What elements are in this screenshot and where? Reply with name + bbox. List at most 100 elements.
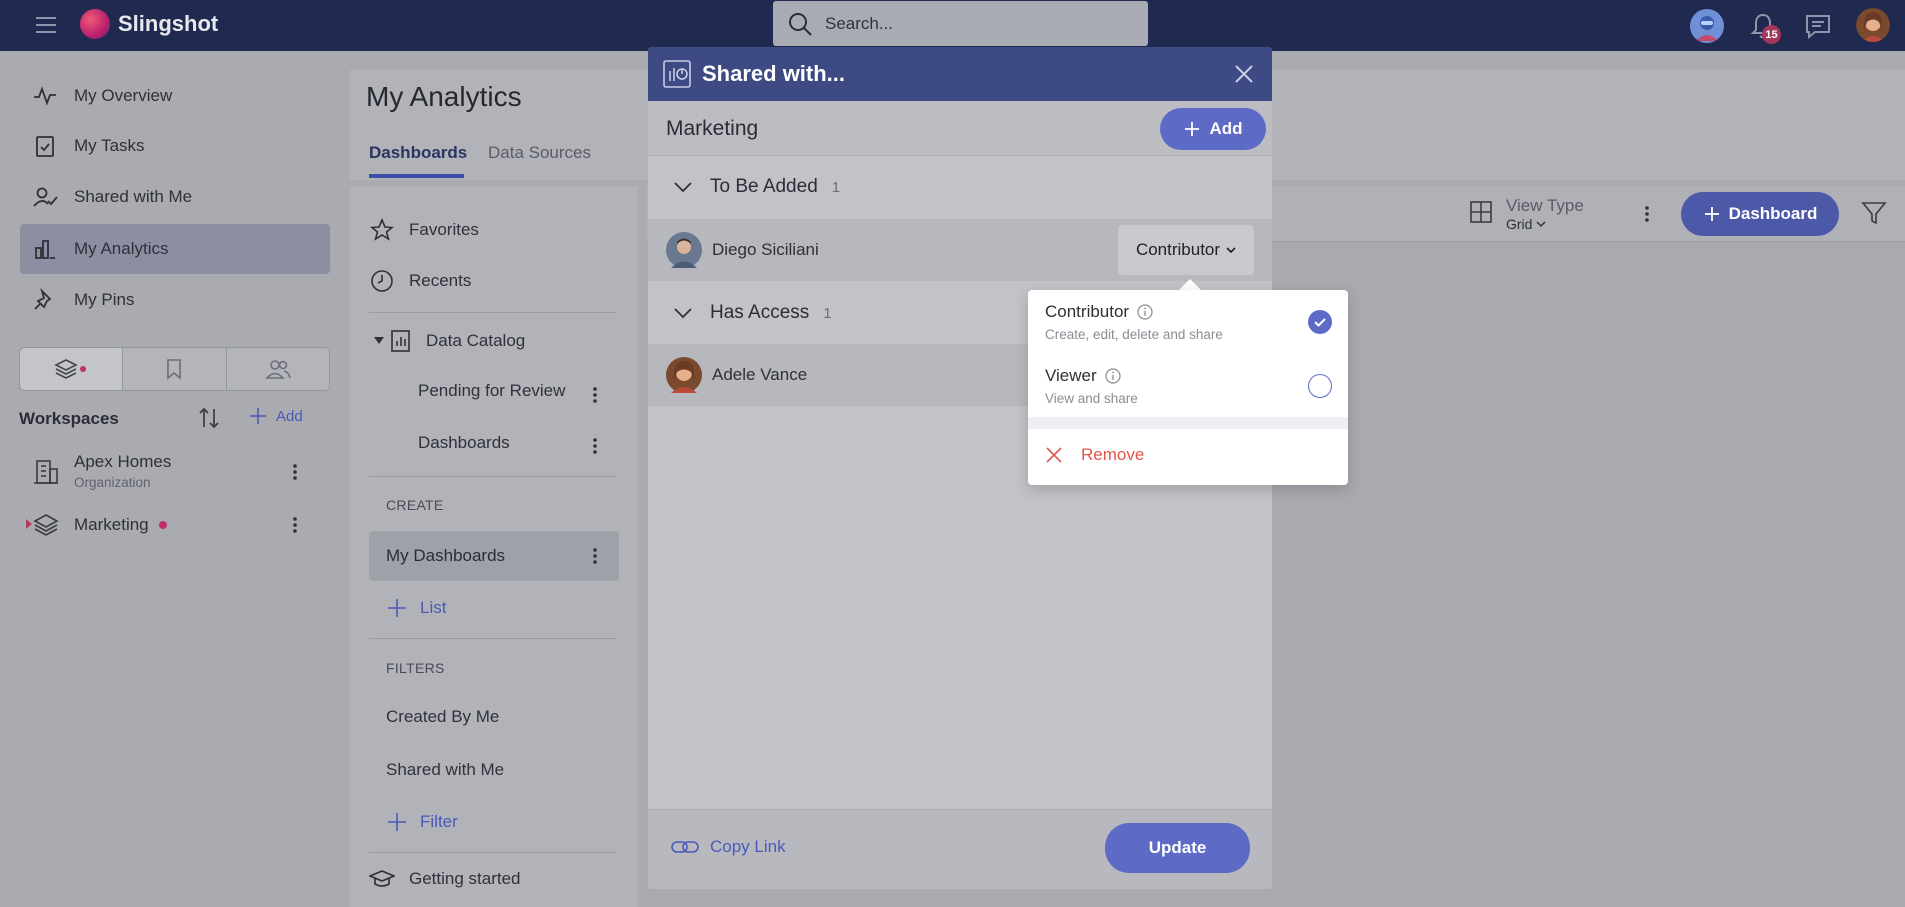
info-icon[interactable] bbox=[1105, 368, 1121, 384]
user-avatar[interactable] bbox=[1856, 8, 1890, 42]
workspaces-title: Workspaces bbox=[19, 409, 119, 428]
nav-item-label: My Tasks bbox=[74, 136, 145, 155]
global-search[interactable] bbox=[773, 1, 1148, 46]
group-count: 1 bbox=[823, 304, 832, 322]
catalog-icon bbox=[388, 328, 414, 354]
nav-item-my-analytics[interactable]: My Analytics bbox=[20, 224, 330, 274]
assistant-avatar[interactable] bbox=[1690, 9, 1724, 43]
add-workspace-button[interactable]: Add bbox=[248, 406, 303, 426]
new-dashboard-label: Dashboard bbox=[1728, 204, 1818, 223]
more-options-icon[interactable] bbox=[292, 515, 298, 535]
divider bbox=[369, 638, 616, 639]
more-options-icon[interactable] bbox=[1644, 204, 1650, 224]
dialog-title: Shared with... bbox=[702, 61, 846, 86]
hamburger-menu-icon[interactable] bbox=[34, 13, 58, 37]
role-option-title: Contributor bbox=[1045, 302, 1130, 321]
filter-shared-with-me[interactable]: Shared with Me bbox=[386, 760, 504, 780]
building-icon bbox=[32, 458, 60, 486]
collapse-caret-icon[interactable] bbox=[374, 337, 384, 345]
group-title: To Be Added bbox=[710, 176, 818, 197]
search-input[interactable] bbox=[825, 13, 1125, 34]
sidebar-item-favorites[interactable]: Favorites bbox=[369, 217, 479, 243]
divider bbox=[369, 852, 616, 853]
chevron-down-icon bbox=[1226, 246, 1236, 254]
role-option-viewer[interactable]: Viewer View and share bbox=[1028, 356, 1348, 416]
radio-unselected-icon[interactable] bbox=[1308, 374, 1332, 398]
nav-item-label: My Analytics bbox=[74, 239, 169, 258]
pin-icon bbox=[32, 287, 58, 313]
layers-icon bbox=[54, 357, 88, 381]
tab-bookmarks[interactable] bbox=[123, 348, 227, 390]
nav-item-my-pins[interactable]: My Pins bbox=[20, 275, 330, 325]
app-logo[interactable]: Slingshot bbox=[80, 9, 218, 39]
workspace-item-marketing[interactable]: Marketing bbox=[20, 507, 330, 543]
sidebar-item-getting-started[interactable]: Getting started bbox=[369, 866, 521, 892]
nav-item-label: My Pins bbox=[74, 290, 135, 309]
dialog-header: Shared with... bbox=[648, 47, 1272, 101]
role-option-description: Create, edit, delete and share bbox=[1045, 327, 1223, 342]
nav-item-label: Shared with Me bbox=[74, 187, 193, 206]
sidebar-item-catalog-dashboards[interactable]: Dashboards bbox=[418, 433, 510, 453]
new-dashboard-button[interactable]: Dashboard bbox=[1681, 192, 1839, 236]
update-label: Update bbox=[1148, 838, 1207, 857]
clipboard-check-icon bbox=[32, 133, 58, 159]
graduation-cap-icon bbox=[369, 866, 395, 892]
person-row-diego-siciliani: Diego Siciliani Contributor bbox=[648, 219, 1272, 281]
add-list-label: List bbox=[420, 598, 447, 617]
role-dropdown[interactable]: Contributor bbox=[1118, 225, 1254, 275]
info-icon[interactable] bbox=[1137, 304, 1153, 320]
update-button[interactable]: Update bbox=[1105, 823, 1250, 873]
add-people-button[interactable]: Add bbox=[1160, 108, 1266, 150]
person-name: Adele Vance bbox=[712, 365, 808, 384]
view-type-select[interactable]: Grid bbox=[1506, 216, 1546, 232]
user-check-icon bbox=[32, 184, 58, 210]
more-options-icon[interactable] bbox=[592, 436, 598, 456]
slingshot-logo-icon bbox=[80, 9, 110, 39]
plus-icon bbox=[1183, 120, 1201, 138]
tab-dashboards[interactable]: Dashboards bbox=[369, 143, 467, 163]
sidebar-item-data-catalog[interactable]: Data Catalog bbox=[374, 328, 525, 354]
nav-item-my-overview[interactable]: My Overview bbox=[20, 71, 330, 121]
add-filter-button[interactable]: Filter bbox=[386, 811, 458, 833]
remove-person-button[interactable]: Remove bbox=[1045, 445, 1144, 465]
pulse-icon bbox=[32, 83, 58, 109]
sidebar-item-label: Getting started bbox=[409, 869, 521, 888]
more-options-icon[interactable] bbox=[592, 546, 598, 566]
more-options-icon[interactable] bbox=[292, 462, 298, 482]
search-icon bbox=[787, 11, 813, 37]
radio-selected-icon[interactable] bbox=[1308, 310, 1332, 334]
sidebar-item-label: Created By Me bbox=[386, 707, 500, 726]
chat-icon[interactable] bbox=[1803, 11, 1833, 41]
chevron-down-icon bbox=[673, 307, 693, 319]
tab-people[interactable] bbox=[227, 348, 329, 390]
remove-label: Remove bbox=[1081, 445, 1145, 464]
role-option-contributor[interactable]: Contributor Create, edit, delete and sha… bbox=[1028, 292, 1348, 352]
sort-icon[interactable] bbox=[196, 405, 222, 431]
grid-view-icon[interactable] bbox=[1468, 199, 1494, 225]
link-icon bbox=[670, 838, 700, 856]
sidebar-item-pending-for-review[interactable]: Pending for Review bbox=[418, 381, 565, 401]
more-options-icon[interactable] bbox=[592, 385, 598, 405]
plus-icon bbox=[1703, 205, 1721, 223]
clock-icon bbox=[369, 268, 395, 294]
chevron-down-icon bbox=[673, 181, 693, 193]
tab-workspaces[interactable] bbox=[20, 348, 124, 390]
workspace-item-apex-homes[interactable]: Apex Homes Organization bbox=[20, 450, 330, 494]
add-filter-label: Filter bbox=[420, 812, 458, 831]
nav-item-shared-with-me[interactable]: Shared with Me bbox=[20, 172, 330, 222]
nav-item-my-tasks[interactable]: My Tasks bbox=[20, 121, 330, 171]
group-to-be-added-header[interactable]: To Be Added 1 bbox=[648, 159, 1272, 215]
tab-data-sources[interactable]: Data Sources bbox=[488, 143, 591, 163]
add-people-label: Add bbox=[1209, 119, 1243, 138]
active-tab-indicator bbox=[369, 174, 464, 178]
add-list-button[interactable]: List bbox=[386, 597, 446, 619]
dialog-footer: Copy Link Update bbox=[648, 809, 1272, 889]
close-icon bbox=[1045, 446, 1063, 464]
copy-link-button[interactable]: Copy Link bbox=[670, 837, 786, 857]
close-icon[interactable] bbox=[1232, 62, 1256, 86]
sidebar-item-recents[interactable]: Recents bbox=[369, 268, 471, 294]
filter-created-by-me[interactable]: Created By Me bbox=[386, 707, 499, 727]
page-title: My Analytics bbox=[366, 81, 522, 112]
filter-funnel-icon[interactable] bbox=[1860, 199, 1888, 227]
sidebar-item-my-dashboards[interactable]: My Dashboards bbox=[369, 531, 619, 581]
